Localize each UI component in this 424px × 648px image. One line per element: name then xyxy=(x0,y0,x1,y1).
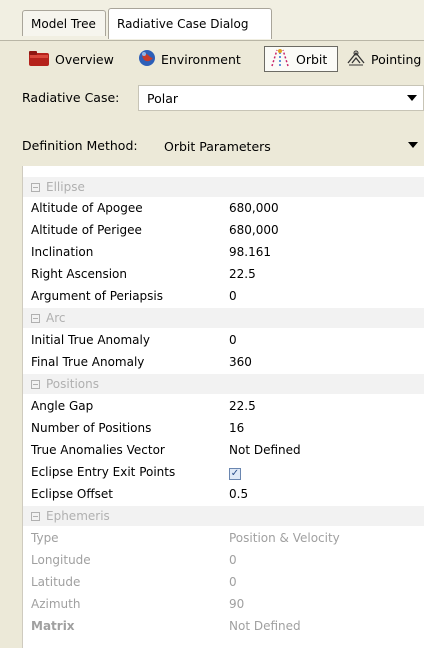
property-name: Type xyxy=(31,531,59,545)
property-value[interactable]: 360 xyxy=(229,355,252,369)
property-name: Matrix xyxy=(31,619,75,633)
chevron-down-icon xyxy=(408,142,418,148)
tab-model-tree[interactable]: Model Tree xyxy=(22,10,106,36)
category-title: Positions xyxy=(46,377,99,391)
property-value[interactable]: 680,000 xyxy=(229,223,279,237)
property-row: Longitude 0 xyxy=(23,550,424,570)
collapse-icon[interactable] xyxy=(31,511,40,521)
property-row: Azimuth 90 xyxy=(23,594,424,614)
globe-icon xyxy=(138,49,156,70)
folder-icon xyxy=(28,49,50,70)
collapse-icon[interactable] xyxy=(31,313,40,323)
category-ephemeris[interactable]: Ephemeris xyxy=(23,506,424,526)
property-name: Eclipse Offset xyxy=(31,487,113,501)
tab-bar: Model Tree Radiative Case Dialog xyxy=(0,0,424,41)
property-name: Altitude of Perigee xyxy=(31,223,142,237)
category-positions[interactable]: Positions xyxy=(23,374,424,394)
chevron-down-icon xyxy=(407,95,417,101)
definition-method-select[interactable]: Orbit Parameters xyxy=(156,133,424,159)
collapse-icon[interactable] xyxy=(31,379,40,389)
property-value[interactable]: 16 xyxy=(229,421,244,435)
property-row[interactable]: Initial True Anomaly 0 xyxy=(23,330,424,350)
property-name: Azimuth xyxy=(31,597,81,611)
category-arc[interactable]: Arc xyxy=(23,308,424,328)
pointing-icon xyxy=(346,49,366,70)
tab-label: Radiative Case Dialog xyxy=(117,17,249,31)
category-ellipse[interactable]: Ellipse xyxy=(23,177,424,197)
radiative-case-select[interactable]: Polar xyxy=(138,85,424,111)
property-name: Right Ascension xyxy=(31,267,127,281)
property-value[interactable]: 22.5 xyxy=(229,267,256,281)
property-row[interactable]: Altitude of Perigee 680,000 xyxy=(23,220,424,240)
definition-method-label: Definition Method: xyxy=(22,138,138,153)
subtab-orbit[interactable]: Orbit xyxy=(264,46,338,72)
property-name: Argument of Periapsis xyxy=(31,289,163,303)
subtab-pointing[interactable]: Pointing xyxy=(342,46,424,72)
property-value[interactable]: Not Defined xyxy=(229,443,301,457)
property-row[interactable]: Angle Gap 22.5 xyxy=(23,396,424,416)
property-name: Inclination xyxy=(31,245,94,259)
definition-method-value: Orbit Parameters xyxy=(164,138,271,154)
property-value: 0 xyxy=(229,575,237,589)
property-row[interactable]: Argument of Periapsis 0 xyxy=(23,286,424,306)
property-row[interactable]: Eclipse Offset 0.5 xyxy=(23,484,424,504)
category-title: Ephemeris xyxy=(46,509,110,523)
property-row[interactable]: Final True Anomaly 360 xyxy=(23,352,424,372)
property-row: Matrix Not Defined xyxy=(23,616,424,636)
property-row[interactable]: Right Ascension 22.5 xyxy=(23,264,424,284)
subtab-overview[interactable]: Overview xyxy=(24,46,128,72)
property-value: 90 xyxy=(229,597,245,611)
property-row: Latitude 0 xyxy=(23,572,424,592)
eclipse-checkbox[interactable]: ✓ xyxy=(229,467,241,480)
subtab-environment[interactable]: Environment xyxy=(134,46,264,72)
subtab-label: Orbit xyxy=(296,51,328,67)
property-name: Longitude xyxy=(31,553,91,567)
property-value[interactable]: 0 xyxy=(229,333,237,347)
property-value: Position & Velocity xyxy=(229,531,340,545)
subtab-bar: Overview Environment Orbit Pointing xyxy=(22,44,424,74)
property-row[interactable]: Altitude of Apogee 680,000 xyxy=(23,198,424,218)
property-row[interactable]: Eclipse Entry Exit Points ✓ xyxy=(23,462,424,482)
property-value[interactable]: ✓ xyxy=(229,465,241,480)
property-value[interactable]: 22.5 xyxy=(229,399,256,413)
subtab-label: Pointing xyxy=(371,51,422,67)
property-row[interactable]: Inclination 98.161 xyxy=(23,242,424,262)
property-row[interactable]: True Anomalies Vector Not Defined xyxy=(23,440,424,460)
collapse-icon[interactable] xyxy=(31,182,40,192)
property-name: Eclipse Entry Exit Points xyxy=(31,465,176,479)
subtab-label: Overview xyxy=(55,51,114,67)
property-row[interactable]: Number of Positions 16 xyxy=(23,418,424,438)
radiative-case-label: Radiative Case: xyxy=(22,90,120,105)
property-row: Type Position & Velocity xyxy=(23,528,424,548)
property-value[interactable]: 98.161 xyxy=(229,245,271,259)
property-value: Not Defined xyxy=(229,619,301,633)
orbit-icon xyxy=(269,48,291,71)
property-value[interactable]: 0 xyxy=(229,289,237,303)
property-name: True Anomalies Vector xyxy=(31,443,165,457)
property-name: Final True Anomaly xyxy=(31,355,145,369)
property-value[interactable]: 680,000 xyxy=(229,201,279,215)
property-sheet: Ellipse Altitude of Apogee 680,000 Altitu… xyxy=(22,166,424,648)
property-name: Initial True Anomaly xyxy=(31,333,150,347)
property-name: Angle Gap xyxy=(31,399,94,413)
property-name: Altitude of Apogee xyxy=(31,201,143,215)
property-value[interactable]: 0.5 xyxy=(229,487,248,501)
property-name: Latitude xyxy=(31,575,81,589)
tab-radiative-case-dialog[interactable]: Radiative Case Dialog xyxy=(108,8,272,39)
radiative-case-value: Polar xyxy=(147,90,179,106)
category-title: Arc xyxy=(46,311,66,325)
category-title: Ellipse xyxy=(46,180,85,194)
property-name: Number of Positions xyxy=(31,421,152,435)
tab-label: Model Tree xyxy=(31,16,96,31)
property-value: 0 xyxy=(229,553,237,567)
subtab-label: Environment xyxy=(161,51,241,67)
